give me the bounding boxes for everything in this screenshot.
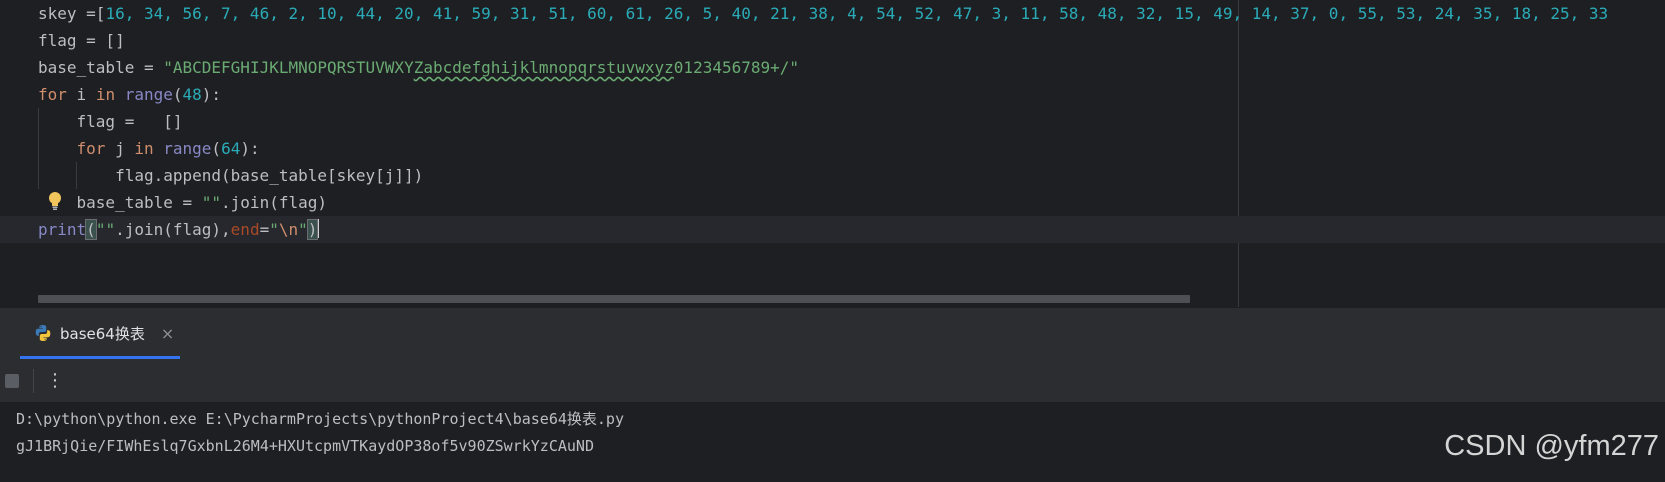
string-quote: " xyxy=(163,58,173,77)
join-call: .join(flag) xyxy=(221,193,327,212)
code-line-4[interactable]: for i in range(48): xyxy=(0,81,1665,108)
keyword-in: in xyxy=(95,85,116,104)
stop-button[interactable] xyxy=(5,374,19,388)
string-quote: " xyxy=(789,58,800,77)
skey-values: 16, 34, 56, 7, 46, 2, 10, 44, 20, 41, 59… xyxy=(105,4,1609,23)
run-tab-base64[interactable]: base64换表 × xyxy=(20,308,188,358)
text-caret xyxy=(317,219,320,238)
code-line-2[interactable]: flag = [] xyxy=(0,27,1665,54)
flag-reset: flag = [] xyxy=(38,112,183,131)
flag-assign: flag = [] xyxy=(38,31,125,50)
paren-close: ): xyxy=(201,85,222,104)
run-tool-window-header: base64换表 × xyxy=(0,307,1665,360)
keyword-in: in xyxy=(134,139,154,158)
code-line-9[interactable]: print("".join(flag),end="\n") xyxy=(0,216,1665,243)
number-literal: 48 xyxy=(182,85,202,104)
code-line-6[interactable]: for j in range(64): xyxy=(0,135,1665,162)
base-table-assign: base_table = xyxy=(38,58,164,77)
code-line-5[interactable]: flag = [] xyxy=(0,108,1665,135)
console-output-line: gJ1BRjQie/FIWhEslq7GxbnL26M4+HXUtcpmVTKa… xyxy=(16,437,594,455)
console-command-line: D:\python\python.exe E:\PycharmProjects\… xyxy=(16,410,624,428)
code-line-7[interactable]: flag.append(base_table[skey[j]]) xyxy=(0,162,1665,189)
join-call: .join(flag), xyxy=(115,220,231,239)
builtin-print: print xyxy=(38,220,87,239)
builtin-range: range xyxy=(124,85,173,104)
python-icon xyxy=(35,325,51,341)
bracket-highlight-close: ) xyxy=(306,219,319,240)
keyword-for: for xyxy=(38,85,67,104)
code-editor[interactable]: skey =[16, 34, 56, 7, 46, 2, 10, 44, 20,… xyxy=(0,0,1665,307)
toolbar-separator xyxy=(33,369,34,393)
more-options-icon[interactable]: ⋮ xyxy=(46,368,64,394)
lightbulb-icon[interactable] xyxy=(48,191,62,211)
kwarg-end: end xyxy=(230,220,260,239)
empty-string: "" xyxy=(201,193,222,212)
empty-string: "" xyxy=(95,220,116,239)
code-line-3[interactable]: base_table = "ABCDEFGHIJKLMNOPQRSTUVWXYZ… xyxy=(0,54,1665,81)
paren-open: ( xyxy=(172,85,183,104)
horizontal-scrollbar-thumb[interactable] xyxy=(38,295,1190,303)
append-call: flag.append(base_table[skey[j]]) xyxy=(38,166,424,185)
escape-newline: \n xyxy=(278,220,299,239)
string-part-spellcheck: Zabcdefghijklmnopqrstuvwxyz xyxy=(413,58,674,77)
loop-var: j xyxy=(105,139,135,158)
loop-var: i xyxy=(66,85,96,104)
run-toolbar: ⋮ xyxy=(0,360,1665,403)
paren-open: ( xyxy=(211,139,222,158)
number-literal: 64 xyxy=(221,139,241,158)
string-part-upper: ABCDEFGHIJKLMNOPQRSTUVWXY xyxy=(172,58,414,77)
run-tab-label: base64换表 xyxy=(60,324,145,343)
equals: = xyxy=(259,220,270,239)
run-console[interactable]: D:\python\python.exe E:\PycharmProjects\… xyxy=(0,403,1665,482)
skey-assign: skey =[ xyxy=(38,4,106,23)
keyword-for: for xyxy=(76,139,106,158)
bracket-highlight-open: ( xyxy=(85,219,97,240)
builtin-range: range xyxy=(163,139,212,158)
string-quote: " xyxy=(298,220,308,239)
csdn-watermark: CSDN @yfm277 xyxy=(1444,430,1659,462)
code-line-1[interactable]: skey =[16, 34, 56, 7, 46, 2, 10, 44, 20,… xyxy=(0,0,1665,27)
base-table-reassign: base_table = xyxy=(38,193,202,212)
active-tab-indicator xyxy=(20,356,180,359)
string-quote: " xyxy=(269,220,279,239)
code-line-8[interactable]: base_table = "".join(flag) xyxy=(0,189,1665,216)
string-part-digits: 0123456789+/ xyxy=(673,58,790,77)
paren-close: ): xyxy=(240,139,260,158)
close-icon[interactable]: × xyxy=(161,324,174,343)
